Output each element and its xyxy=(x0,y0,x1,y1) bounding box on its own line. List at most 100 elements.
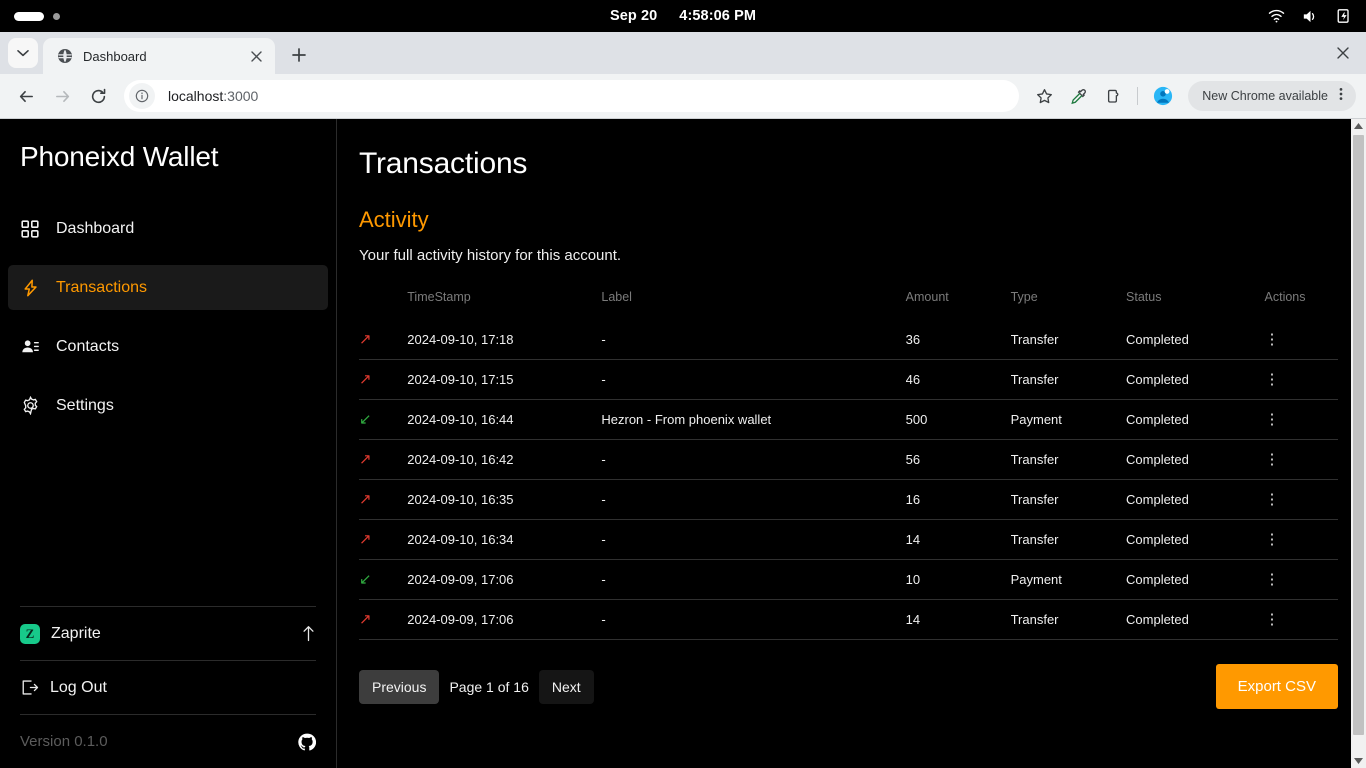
label-cell: - xyxy=(601,332,606,347)
scrollbar-thumb[interactable] xyxy=(1353,135,1364,735)
table-row[interactable]: ↗ 2024-09-10, 17:15-46 Transfer Completed ⋮ xyxy=(359,359,1338,400)
browser-tab[interactable]: Dashboard xyxy=(43,38,275,74)
new-tab-button[interactable] xyxy=(285,41,313,69)
table-row[interactable]: ↗ 2024-09-10, 16:42-56 Transfer Completed ⋮ xyxy=(359,439,1338,480)
profile-avatar-icon[interactable] xyxy=(1148,81,1178,111)
back-button[interactable] xyxy=(10,80,42,112)
direction-cell: ↗ xyxy=(359,439,408,480)
row-kebab-menu-icon[interactable]: ⋮ xyxy=(1265,331,1280,348)
row-kebab-menu-icon[interactable]: ⋮ xyxy=(1265,371,1280,388)
label-cell: - xyxy=(601,599,906,640)
eyedropper-icon[interactable] xyxy=(1063,81,1093,111)
direction-cell: ↗ xyxy=(359,320,407,360)
logout-icon xyxy=(20,678,39,697)
direction-cell: ↗ xyxy=(359,359,408,400)
row-kebab-menu-icon[interactable]: ⋮ xyxy=(1265,611,1280,628)
window-close-icon[interactable] xyxy=(1330,40,1356,66)
arrow-up-icon xyxy=(301,625,316,642)
actions-cell: ⋮ xyxy=(1264,479,1338,520)
amount-cell: 16 xyxy=(905,479,1011,520)
timestamp-cell: 2024-09-10, 17:18 xyxy=(407,332,514,347)
page-scrollbar[interactable] xyxy=(1351,119,1366,768)
amount-cell: 14 xyxy=(905,599,1011,640)
github-icon[interactable] xyxy=(298,733,316,751)
sidebar-item-label: Transactions xyxy=(56,278,147,296)
extensions-icon[interactable] xyxy=(1097,81,1127,111)
section-subtitle: Your full activity history for this acco… xyxy=(359,247,622,264)
scrollbar-track[interactable] xyxy=(1351,736,1366,753)
wifi-icon[interactable] xyxy=(1268,9,1285,23)
label-cell: Hezron - From phoenix wallet xyxy=(601,399,906,440)
tab-search-chevron-down-icon[interactable] xyxy=(8,38,38,68)
actions-cell: ⋮ xyxy=(1265,320,1338,360)
notch-pill xyxy=(14,11,44,21)
previous-page-button[interactable]: Previous xyxy=(359,669,440,704)
timestamp-cell: 2024-09-09, 17:06 xyxy=(407,559,602,600)
amount-cell: 10 xyxy=(905,559,1011,600)
sidebar-item-settings[interactable]: Settings xyxy=(8,383,328,428)
browser-tabstrip: Dashboard xyxy=(0,32,1366,74)
sidebar-item-contacts[interactable]: Contacts xyxy=(8,324,328,369)
globe-icon xyxy=(57,48,73,64)
table-row[interactable]: ↗ 2024-09-10, 16:34-14 Transfer Completed ⋮ xyxy=(359,519,1338,560)
os-status-right xyxy=(1268,8,1366,24)
direction-cell: ↙ xyxy=(359,399,408,440)
table-row[interactable]: ↗ 2024-09-09, 17:06-14 Transfer Completed ⋮ xyxy=(359,599,1338,640)
os-clock: Sep 20 4:58:06 PM xyxy=(0,0,1366,32)
sidebar-item-label: Dashboard xyxy=(56,219,135,237)
table-row[interactable]: ↗ 2024-09-10, 17:18 - 36 Transfer Completed ⋮ xyxy=(359,320,1338,360)
row-kebab-menu-icon[interactable]: ⋮ xyxy=(1265,411,1280,428)
export-csv-button[interactable]: Export CSV xyxy=(1215,664,1338,709)
status-cell: Completed xyxy=(1126,559,1265,600)
th-type: Type xyxy=(1010,290,1038,304)
forward-button[interactable] xyxy=(46,80,78,112)
actions-cell: ⋮ xyxy=(1264,519,1338,560)
table-row[interactable]: ↙ 2024-09-09, 17:06-10 Payment Completed ⋮ xyxy=(359,559,1338,600)
url-host: localhost xyxy=(168,88,224,104)
notch-dot xyxy=(53,12,60,20)
next-page-button[interactable]: Next xyxy=(538,669,594,704)
tab-title: Dashboard xyxy=(83,48,147,64)
info-circle-icon[interactable] xyxy=(129,83,155,109)
label-cell: - xyxy=(601,559,906,600)
row-kebab-menu-icon[interactable]: ⋮ xyxy=(1265,451,1280,468)
close-icon[interactable] xyxy=(246,46,266,66)
actions-cell: ⋮ xyxy=(1264,439,1338,480)
grid-icon xyxy=(20,219,40,239)
sidebar-item-dashboard[interactable]: Dashboard xyxy=(8,206,328,251)
type-cell: Payment xyxy=(1010,559,1127,600)
amount-cell: 36 xyxy=(905,332,921,347)
bookmark-star-icon[interactable] xyxy=(1029,81,1059,111)
actions-cell: ⋮ xyxy=(1264,359,1338,400)
kebab-menu-icon[interactable] xyxy=(1334,87,1348,106)
row-kebab-menu-icon[interactable]: ⋮ xyxy=(1265,571,1280,588)
scroll-up-arrow-icon[interactable] xyxy=(1351,119,1366,134)
th-status: Status xyxy=(1126,290,1162,304)
reload-button[interactable] xyxy=(82,80,114,112)
address-bar[interactable]: localhost:3000 xyxy=(124,80,1020,112)
sidebar-zaprite-link[interactable]: Z Zaprite xyxy=(20,606,316,660)
os-status-bar: Sep 20 4:58:06 PM xyxy=(0,0,1366,32)
table-row[interactable]: ↙ 2024-09-10, 16:44 Hezron - From phoenix … xyxy=(359,399,1338,440)
direction-cell: ↗ xyxy=(359,479,408,520)
scroll-down-arrow-icon[interactable] xyxy=(1351,753,1366,768)
sidebar-version-row: Version 0.1.0 xyxy=(20,714,316,768)
sidebar-logout-button[interactable]: Log Out xyxy=(20,660,316,714)
battery-charging-icon[interactable] xyxy=(1336,8,1352,24)
table-row[interactable]: ↗ 2024-09-10, 16:35-16 Transfer Completed ⋮ xyxy=(359,479,1338,520)
status-cell: Completed xyxy=(1126,599,1265,640)
arrow-up-right-icon: ↗ xyxy=(359,611,372,628)
table-header-row: TimeStamp Label Amount Type Status Actio… xyxy=(359,290,1338,320)
chrome-update-pill[interactable]: New Chrome available xyxy=(1188,81,1356,111)
direction-cell: ↙ xyxy=(359,559,408,600)
type-cell: Transfer xyxy=(1010,439,1127,480)
sidebar-item-label: Contacts xyxy=(56,337,120,355)
arrow-down-left-icon: ↙ xyxy=(359,411,372,428)
lightning-bolt-icon xyxy=(20,278,40,298)
volume-icon[interactable] xyxy=(1302,9,1319,24)
sidebar-item-transactions[interactable]: Transactions xyxy=(8,265,328,310)
os-date: Sep 20 xyxy=(609,8,658,24)
row-kebab-menu-icon[interactable]: ⋮ xyxy=(1265,491,1280,508)
type-cell: Transfer xyxy=(1010,359,1127,400)
row-kebab-menu-icon[interactable]: ⋮ xyxy=(1265,531,1280,548)
